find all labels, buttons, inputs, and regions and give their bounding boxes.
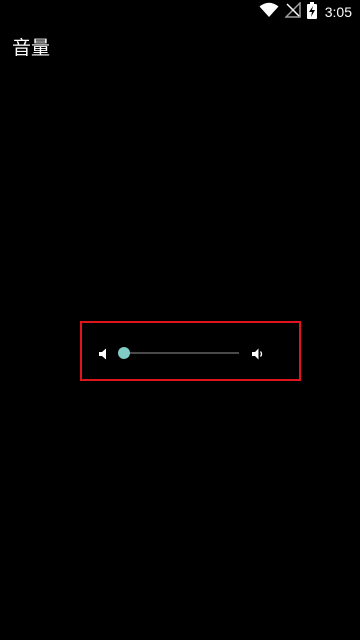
volume-slider[interactable] <box>118 347 239 359</box>
volume-mute-icon <box>98 346 110 365</box>
page-title: 音量 <box>12 37 51 59</box>
slider-thumb[interactable] <box>118 347 130 359</box>
wifi-icon <box>259 2 279 22</box>
status-time: 3:05 <box>324 4 352 20</box>
battery-charging-icon <box>306 1 317 23</box>
volume-panel <box>80 321 301 381</box>
no-signal-icon <box>283 1 301 22</box>
slider-track <box>124 352 239 354</box>
status-bar: 3:05 <box>0 0 360 24</box>
volume-up-icon <box>251 346 265 365</box>
